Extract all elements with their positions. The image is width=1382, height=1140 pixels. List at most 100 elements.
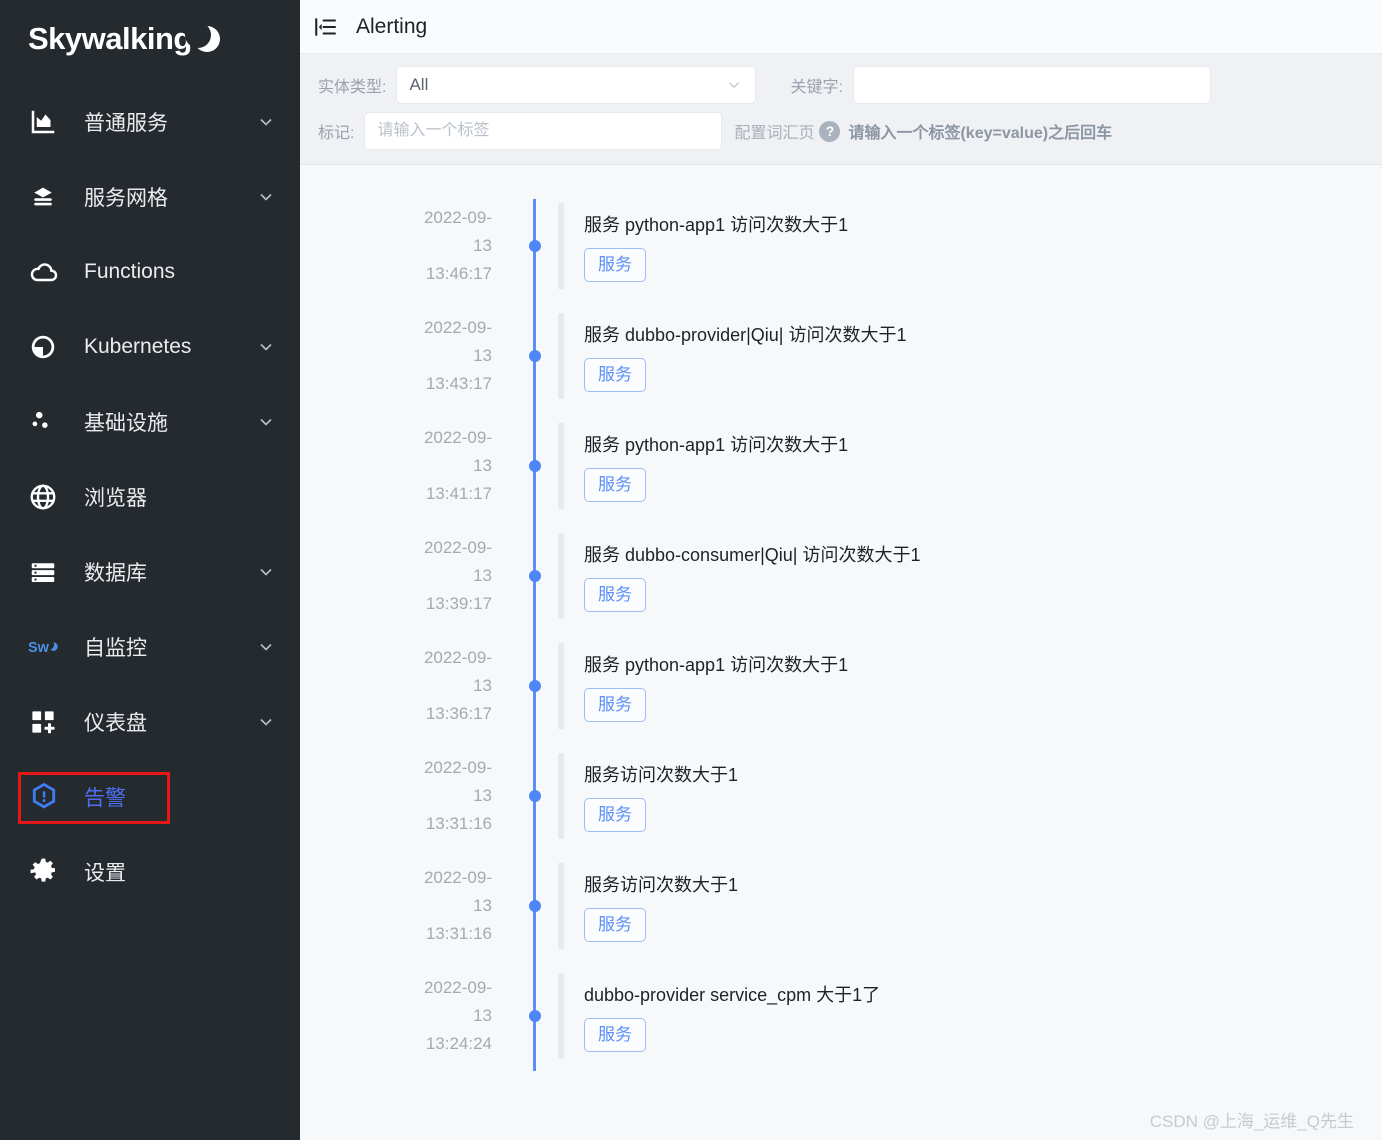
alert-row[interactable]: 2022-09-13 13:31:16 服务访问次数大于1 服务 (410, 851, 1382, 961)
help-icon[interactable]: ? (819, 120, 841, 142)
alert-row[interactable]: 2022-09-13 13:46:17 服务 python-app1 访问次数大… (410, 191, 1382, 301)
sidebar-item-infrastructure[interactable]: 基础设施 (0, 384, 300, 459)
sidebar-item-general-service[interactable]: 普通服务 (0, 84, 300, 159)
alert-time: 13:39:17 (425, 594, 492, 613)
chevron-down-icon[interactable] (256, 187, 276, 207)
alert-timestamp: 2022-09-13 13:39:17 (410, 521, 533, 631)
sidebar-item-label: 告警 (84, 786, 126, 810)
alarm-shield-icon (28, 780, 68, 814)
alert-timestamp: 2022-09-13 13:31:16 (410, 851, 533, 961)
sidebar-item-service-mesh[interactable]: 服务网格 (0, 159, 300, 234)
alert-timestamp: 2022-09-13 13:36:17 (410, 631, 533, 741)
alert-row[interactable]: 2022-09-13 13:41:17 服务 python-app1 访问次数大… (410, 411, 1382, 521)
alert-timestamp: 2022-09-13 13:43:17 (410, 301, 533, 411)
chevron-down-icon[interactable] (256, 637, 276, 657)
alert-date: 2022-09-13 (423, 318, 492, 365)
alert-timestamp: 2022-09-13 13:46:17 (410, 191, 533, 301)
alert-scope-tag[interactable]: 服务 (584, 357, 646, 392)
alert-row[interactable]: 2022-09-13 13:31:16 服务访问次数大于1 服务 (410, 741, 1382, 851)
alert-body: 服务 python-app1 访问次数大于1 服务 (584, 631, 848, 741)
tag-hint-text: 请输入一个标签(key=value)之后回车 (848, 125, 1113, 142)
chevron-down-icon[interactable] (256, 412, 276, 432)
alert-body: 服务 python-app1 访问次数大于1 服务 (584, 411, 848, 521)
timeline-dot-icon (528, 790, 541, 802)
brand-name-label: Skywalking (28, 20, 192, 56)
alert-row[interactable]: 2022-09-13 13:43:17 服务 dubbo-provider|Qi… (410, 301, 1382, 411)
timeline-dot-icon (528, 1010, 541, 1022)
alert-date: 2022-09-13 (423, 208, 492, 255)
alert-scope-tag[interactable]: 服务 (584, 797, 646, 832)
alert-time: 13:43:17 (425, 374, 492, 393)
alert-accent-bar (558, 863, 564, 949)
app-root: Skywalking 普通服务 服务网格 Functions Kubernete… (0, 0, 1382, 1140)
alert-body: dubbo-provider service_cpm 大于1了 服务 (584, 961, 880, 1071)
alert-message: dubbo-provider service_cpm 大于1了 (584, 984, 881, 1005)
alert-date: 2022-09-13 (423, 868, 492, 915)
alert-date: 2022-09-13 (423, 648, 492, 695)
sidebar: Skywalking 普通服务 服务网格 Functions Kubernete… (0, 0, 300, 1140)
sidebar-item-kubernetes[interactable]: Kubernetes (0, 309, 300, 384)
alert-body: 服务 python-app1 访问次数大于1 服务 (584, 191, 848, 301)
timeline-dot-column (528, 961, 541, 1071)
alert-message: 服务访问次数大于1 (584, 874, 739, 895)
sidebar-item-self-monitoring[interactable]: Sw 自监控 (0, 609, 300, 684)
timeline-dot-icon (528, 240, 541, 252)
keyword-label: 关键字: (790, 79, 843, 96)
timeline-dot-icon (528, 460, 541, 472)
sidebar-item-dashboard[interactable]: 仪表盘 (0, 684, 300, 759)
alert-scope-tag[interactable]: 服务 (584, 247, 646, 282)
timeline-dot-column (528, 411, 541, 521)
alert-time: 13:31:16 (425, 924, 492, 943)
sidebar-item-functions[interactable]: Functions (0, 234, 300, 309)
timeline-dot-column (528, 521, 541, 631)
alert-time: 13:36:17 (425, 704, 492, 723)
alert-time: 13:31:16 (425, 814, 492, 833)
sidebar-item-label: 自监控 (84, 636, 147, 660)
alert-row[interactable]: 2022-09-13 13:36:17 服务 python-app1 访问次数大… (410, 631, 1382, 741)
alert-row[interactable]: 2022-09-13 13:39:17 服务 dubbo-consumer|Qi… (410, 521, 1382, 631)
alert-body: 服务访问次数大于1 服务 (584, 741, 738, 851)
alert-body: 服务 dubbo-consumer|Qiu| 访问次数大于1 服务 (584, 521, 920, 631)
sidebar-item-label: Kubernetes (84, 334, 192, 358)
alert-message: 服务 python-app1 访问次数大于1 (584, 434, 849, 455)
chevron-down-icon[interactable] (256, 337, 276, 357)
alert-accent-bar (558, 643, 564, 729)
chevron-down-icon[interactable] (256, 112, 276, 132)
alert-date: 2022-09-13 (423, 428, 492, 475)
keyword-input[interactable] (852, 66, 1211, 104)
config-vocabulary-link[interactable]: 配置词汇页 (734, 119, 814, 143)
collapse-menu-icon[interactable] (312, 13, 340, 41)
sidebar-item-settings[interactable]: 设置 (0, 834, 300, 909)
alert-scope-tag[interactable]: 服务 (584, 907, 646, 942)
alert-scope-tag[interactable]: 服务 (584, 1017, 646, 1052)
alert-time: 13:24:24 (425, 1034, 492, 1053)
alert-scope-tag[interactable]: 服务 (584, 467, 646, 502)
sidebar-item-alerting[interactable]: 告警 (0, 759, 300, 834)
chevron-down-icon[interactable] (256, 562, 276, 582)
alert-row[interactable]: 2022-09-13 13:24:24 dubbo-provider servi… (410, 961, 1382, 1071)
alert-scope-tag[interactable]: 服务 (584, 577, 646, 612)
entity-type-selected-value: All (409, 75, 429, 94)
timeline-dot-icon (528, 900, 541, 912)
alert-timestamp: 2022-09-13 13:24:24 (410, 961, 533, 1071)
timeline-dot-column (528, 741, 541, 851)
sidebar-item-database[interactable]: 数据库 (0, 534, 300, 609)
gear-icon (28, 855, 68, 889)
sidebar-item-label: 浏览器 (84, 486, 147, 510)
alert-accent-bar (558, 313, 564, 399)
sidebar-nav: 普通服务 服务网格 Functions Kubernetes 基础设施 浏览器 … (0, 76, 300, 909)
page-title: Alerting (356, 14, 428, 38)
tag-input[interactable] (364, 112, 723, 150)
alert-scope-tag[interactable]: 服务 (584, 687, 646, 722)
brand-logo[interactable]: Skywalking (0, 0, 300, 76)
sidebar-item-label: 仪表盘 (84, 711, 147, 735)
main-area: Alerting 实体类型: All 关键字: 标记: 配置词汇页 ? (300, 0, 1382, 1140)
chevron-down-icon[interactable] (256, 712, 276, 732)
filter-row-primary: 实体类型: All 关键字: (318, 66, 1364, 104)
timeline-dot-icon (528, 350, 541, 362)
alert-timeline: 2022-09-13 13:46:17 服务 python-app1 访问次数大… (300, 191, 1382, 1071)
entity-type-select[interactable]: All (396, 66, 757, 104)
alert-timestamp: 2022-09-13 13:31:16 (410, 741, 533, 851)
sidebar-item-label: 数据库 (84, 561, 147, 585)
sidebar-item-browser[interactable]: 浏览器 (0, 459, 300, 534)
